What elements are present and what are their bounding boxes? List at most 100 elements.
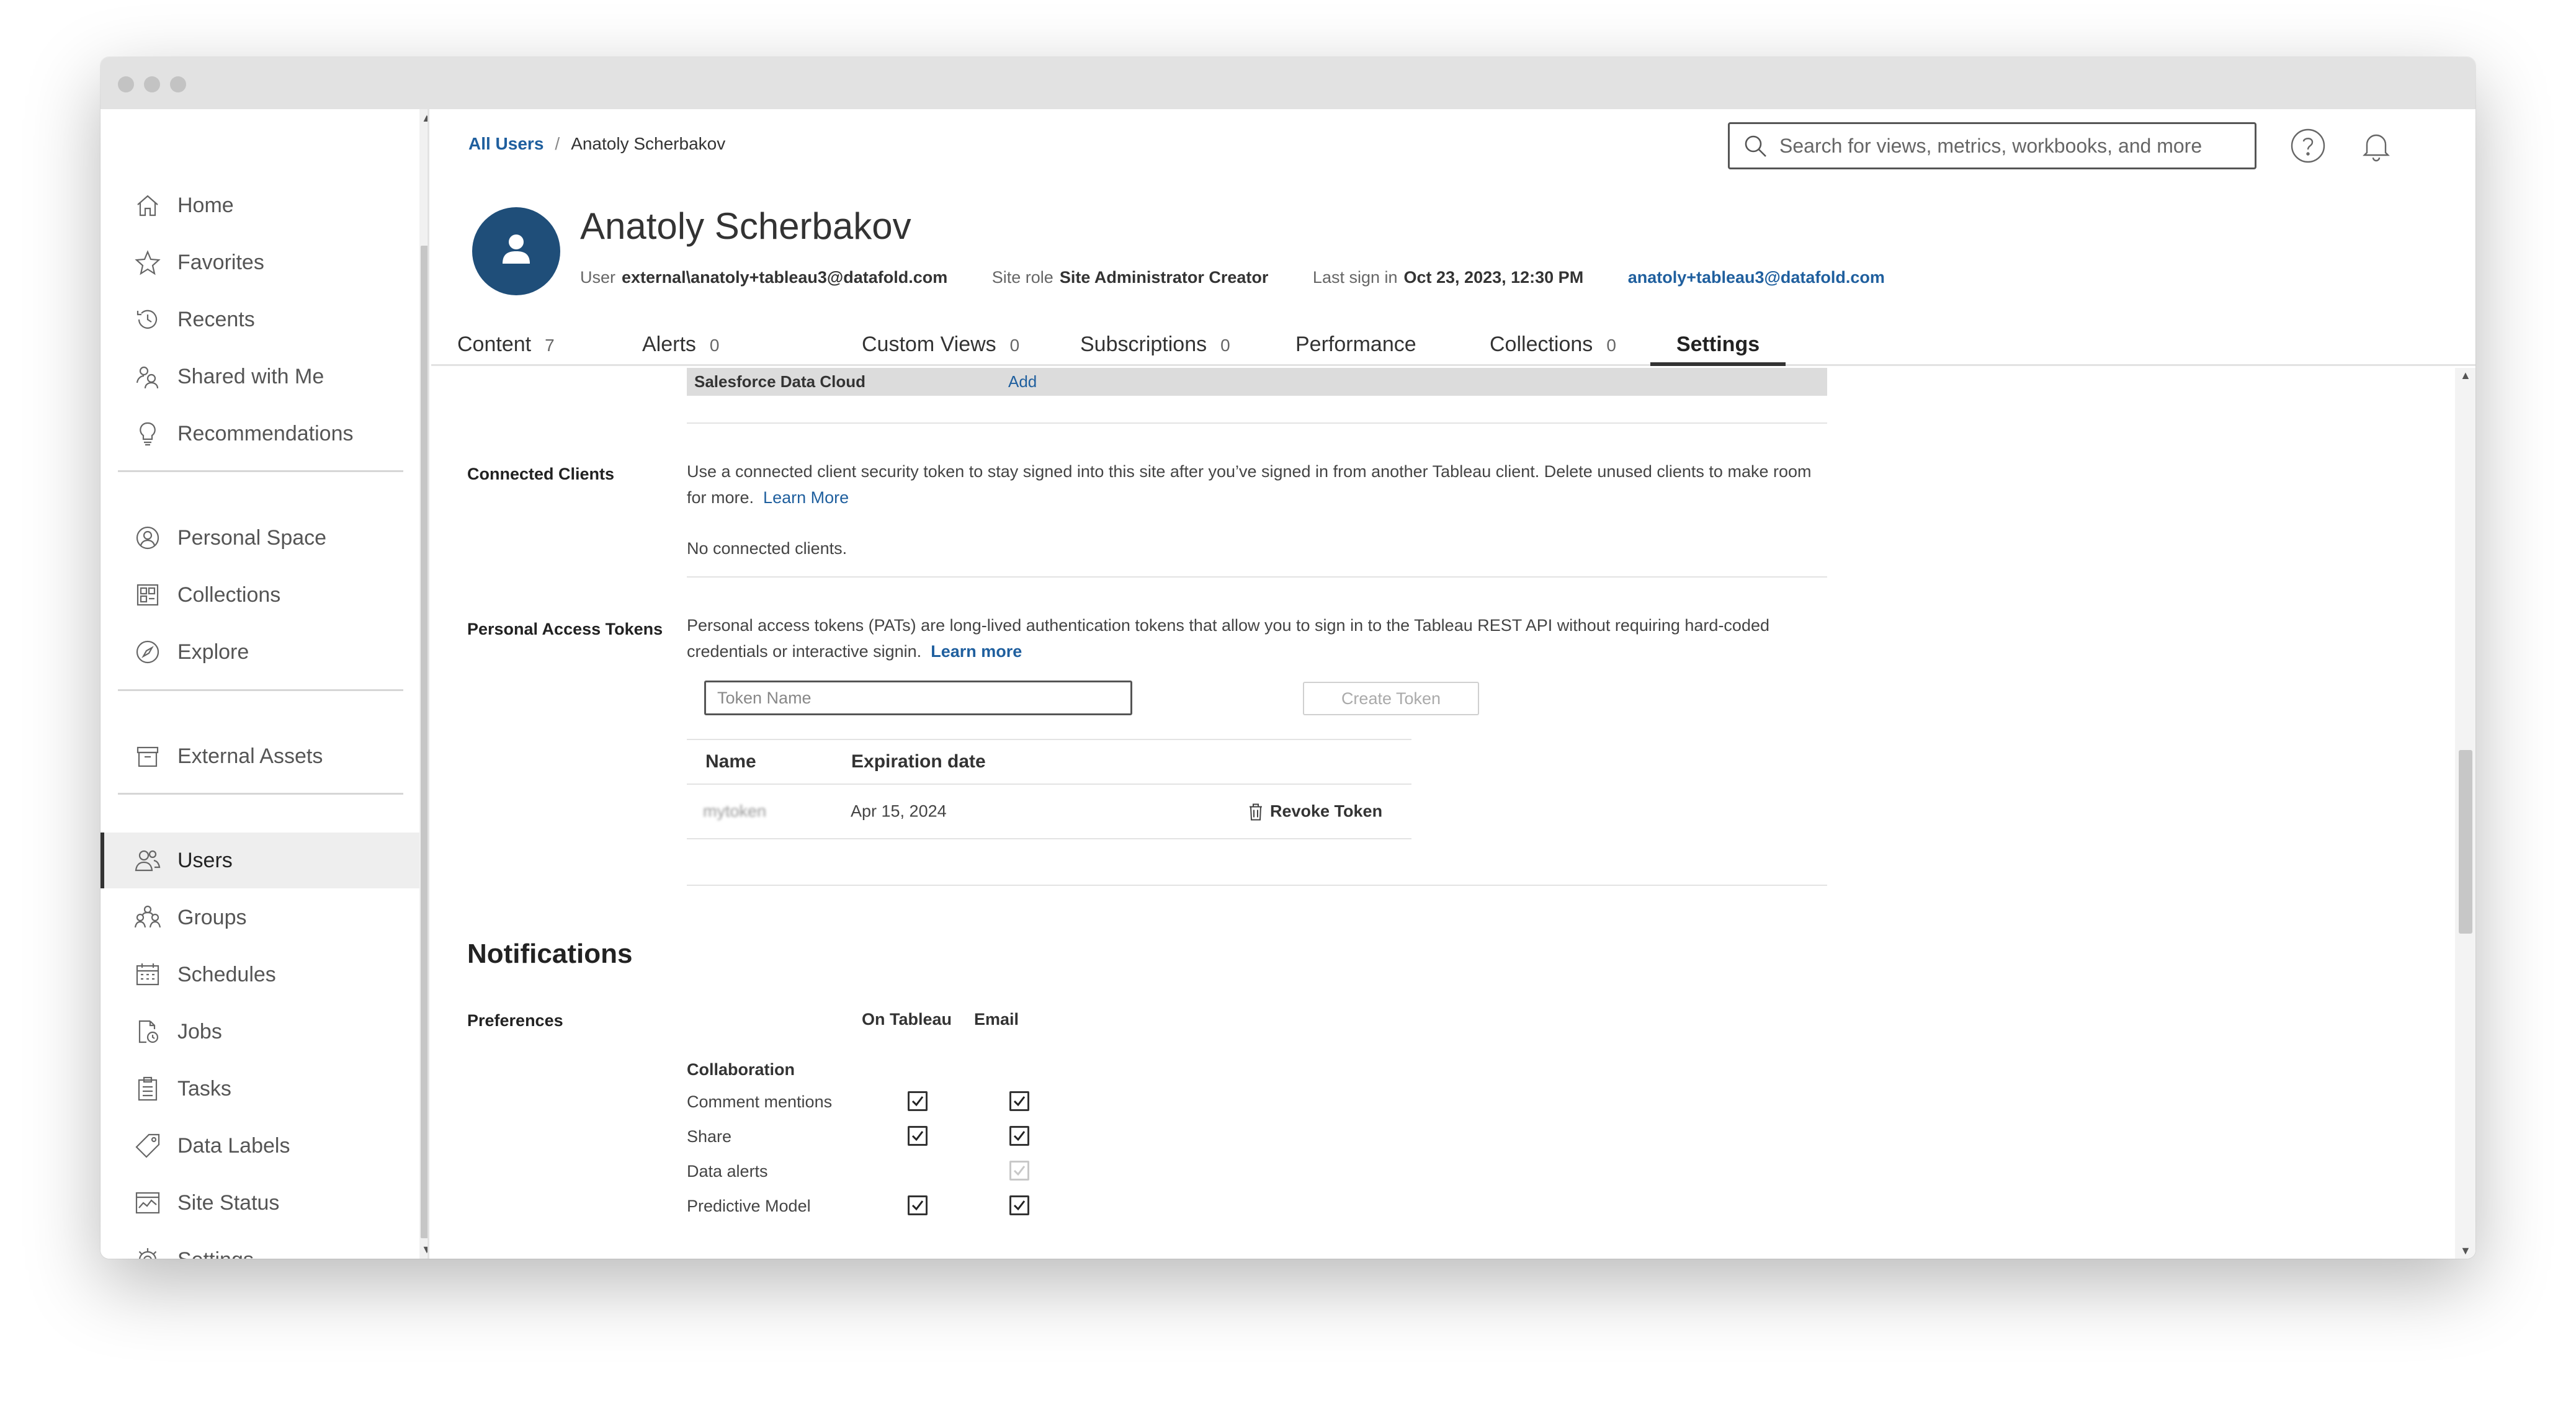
divider bbox=[687, 576, 1827, 578]
site-role-value: Site Administrator Creator bbox=[1059, 268, 1269, 287]
predictive-model-tableau-checkbox[interactable] bbox=[908, 1195, 928, 1215]
sidebar-item-jobs[interactable]: Jobs bbox=[101, 1004, 419, 1060]
sidebar-item-personal-space[interactable]: Personal Space bbox=[101, 510, 419, 566]
profile-name: Anatoly Scherbakov bbox=[580, 205, 911, 247]
sidebar-item-label: External Assets bbox=[177, 744, 323, 768]
calendar-icon bbox=[134, 961, 161, 988]
col-name-header: Name bbox=[705, 751, 756, 772]
pref-row-label: Data alerts bbox=[687, 1162, 768, 1181]
scroll-up-arrow-icon[interactable]: ▲ bbox=[421, 112, 427, 125]
sidebar-item-recommendations[interactable]: Recommendations bbox=[101, 406, 419, 462]
trash-icon bbox=[1250, 803, 1262, 820]
sidebar-item-explore[interactable]: Explore bbox=[101, 624, 419, 680]
content-scrollbar[interactable]: ▲ ▼ bbox=[2455, 368, 2475, 1259]
sidebar-item-site-status[interactable]: Site Status bbox=[101, 1175, 419, 1231]
sidebar-item-label: Tasks bbox=[177, 1076, 231, 1101]
sidebar-item-groups[interactable]: Groups bbox=[101, 890, 419, 945]
sidebar-item-users[interactable]: Users bbox=[101, 833, 419, 888]
tab-alerts[interactable]: Alerts 0 bbox=[642, 333, 720, 366]
pref-row-label: Predictive Model bbox=[687, 1197, 811, 1215]
sidebar-scroll-thumb[interactable] bbox=[421, 246, 427, 1238]
salesforce-row-label: Salesforce Data Cloud bbox=[694, 372, 865, 391]
scroll-up-arrow-icon[interactable]: ▲ bbox=[2460, 369, 2471, 382]
share-email-checkbox[interactable] bbox=[1009, 1126, 1029, 1146]
no-connected-clients-text: No connected clients. bbox=[687, 539, 847, 558]
connected-clients-description: Use a connected client security token to… bbox=[687, 458, 1828, 511]
salesforce-add-link[interactable]: Add bbox=[1008, 372, 1037, 391]
sidebar-item-external-assets[interactable]: External Assets bbox=[101, 728, 419, 784]
pat-learn-more-link[interactable]: Learn more bbox=[931, 642, 1022, 661]
tab-custom-views[interactable]: Custom Views 0 bbox=[862, 333, 1019, 366]
sidebar-item-label: Recents bbox=[177, 307, 255, 331]
job-icon bbox=[134, 1018, 161, 1045]
last-sign-in-value: Oct 23, 2023, 12:30 PM bbox=[1403, 268, 1584, 287]
profile-email-link[interactable]: anatoly+tableau3@datafold.com bbox=[1628, 268, 1885, 287]
sidebar-item-label: Site Status bbox=[177, 1190, 280, 1215]
star-icon bbox=[134, 249, 161, 276]
sidebar-item-favorites[interactable]: Favorites bbox=[101, 234, 419, 290]
global-search-input[interactable]: Search for views, metrics, workbooks, an… bbox=[1728, 122, 2256, 169]
data-alerts-email-checkbox bbox=[1009, 1161, 1029, 1181]
sidebar-item-data-labels[interactable]: Data Labels bbox=[101, 1118, 419, 1174]
sidebar-item-recents[interactable]: Recents bbox=[101, 292, 419, 347]
connected-clients-label: Connected Clients bbox=[467, 465, 615, 483]
sidebar-item-label: Users bbox=[177, 848, 233, 872]
last-sign-in-label: Last sign in bbox=[1312, 268, 1398, 287]
checkmark-icon bbox=[1013, 1166, 1026, 1176]
share-tableau-checkbox[interactable] bbox=[908, 1126, 928, 1146]
sidebar-item-home[interactable]: Home bbox=[101, 177, 419, 233]
home-icon bbox=[134, 192, 161, 219]
breadcrumb-all-users-link[interactable]: All Users bbox=[468, 134, 543, 153]
sidebar-item-shared-with-me[interactable]: Shared with Me bbox=[101, 349, 419, 404]
search-placeholder: Search for views, metrics, workbooks, an… bbox=[1779, 134, 2203, 157]
col-expiration-header: Expiration date bbox=[851, 751, 986, 772]
tab-subscriptions[interactable]: Subscriptions 0 bbox=[1080, 333, 1230, 366]
revoke-token-button[interactable]: Revoke Token bbox=[1248, 802, 1382, 821]
person-icon bbox=[503, 234, 530, 264]
sidebar-item-settings[interactable]: Settings bbox=[101, 1232, 419, 1259]
help-icon[interactable] bbox=[2286, 124, 2330, 167]
archive-icon bbox=[134, 743, 161, 770]
lightbulb-icon bbox=[134, 420, 161, 447]
tab-performance[interactable]: Performance bbox=[1295, 333, 1416, 366]
content-scroll-thumb[interactable] bbox=[2459, 750, 2472, 934]
token-expiration-value: Apr 15, 2024 bbox=[851, 801, 947, 821]
window-zoom-dot[interactable] bbox=[170, 76, 186, 92]
sidebar-item-collections[interactable]: Collections bbox=[101, 567, 419, 623]
sidebar-scrollbar[interactable]: ▲ ▼ bbox=[419, 109, 427, 1259]
tab-collections[interactable]: Collections 0 bbox=[1490, 333, 1616, 366]
sidebar-item-label: Schedules bbox=[177, 962, 276, 986]
tab-count: 0 bbox=[1606, 336, 1616, 355]
sidebar-item-schedules[interactable]: Schedules bbox=[101, 947, 419, 1002]
connected-clients-learn-more-link[interactable]: Learn More bbox=[763, 488, 849, 507]
notifications-bell-icon[interactable] bbox=[2355, 124, 2398, 167]
pref-row-label: Share bbox=[687, 1127, 732, 1146]
window-minimize-dot[interactable] bbox=[144, 76, 160, 92]
sidebar-divider bbox=[118, 689, 403, 691]
scroll-down-arrow-icon[interactable]: ▼ bbox=[2460, 1244, 2471, 1257]
scroll-down-arrow-icon[interactable]: ▼ bbox=[421, 1243, 427, 1256]
tab-settings[interactable]: Settings bbox=[1650, 333, 1786, 366]
tokens-table: Name Expiration date mytoken Apr 15, 202… bbox=[687, 739, 1411, 839]
main-panel: All Users / Anatoly Scherbakov Search for … bbox=[431, 109, 2475, 1259]
token-name-input[interactable]: Token Name bbox=[704, 681, 1132, 715]
tab-content[interactable]: Content 7 bbox=[457, 333, 555, 366]
window-close-dot[interactable] bbox=[118, 76, 134, 92]
create-token-button[interactable]: Create Token bbox=[1303, 682, 1479, 715]
col-on-tableau-header: On Tableau bbox=[862, 1010, 952, 1029]
site-status-icon bbox=[134, 1189, 161, 1217]
sidebar-item-label: Groups bbox=[177, 905, 247, 929]
predictive-model-email-checkbox[interactable] bbox=[1009, 1195, 1029, 1215]
sidebar-item-label: Jobs bbox=[177, 1019, 222, 1043]
comment-mentions-email-checkbox[interactable] bbox=[1009, 1091, 1029, 1111]
checkmark-icon bbox=[1013, 1200, 1026, 1211]
profile-meta: User external\anatoly+tableau3@datafold.c… bbox=[580, 268, 1885, 287]
user-label: User bbox=[580, 268, 616, 287]
sidebar-item-label: Collections bbox=[177, 583, 281, 607]
comment-mentions-tableau-checkbox[interactable] bbox=[908, 1091, 928, 1111]
history-icon bbox=[134, 306, 161, 333]
checkmark-icon bbox=[911, 1131, 924, 1141]
sidebar-item-label: Favorites bbox=[177, 250, 264, 274]
sidebar-item-tasks[interactable]: Tasks bbox=[101, 1061, 419, 1117]
checkmark-icon bbox=[1013, 1096, 1026, 1107]
